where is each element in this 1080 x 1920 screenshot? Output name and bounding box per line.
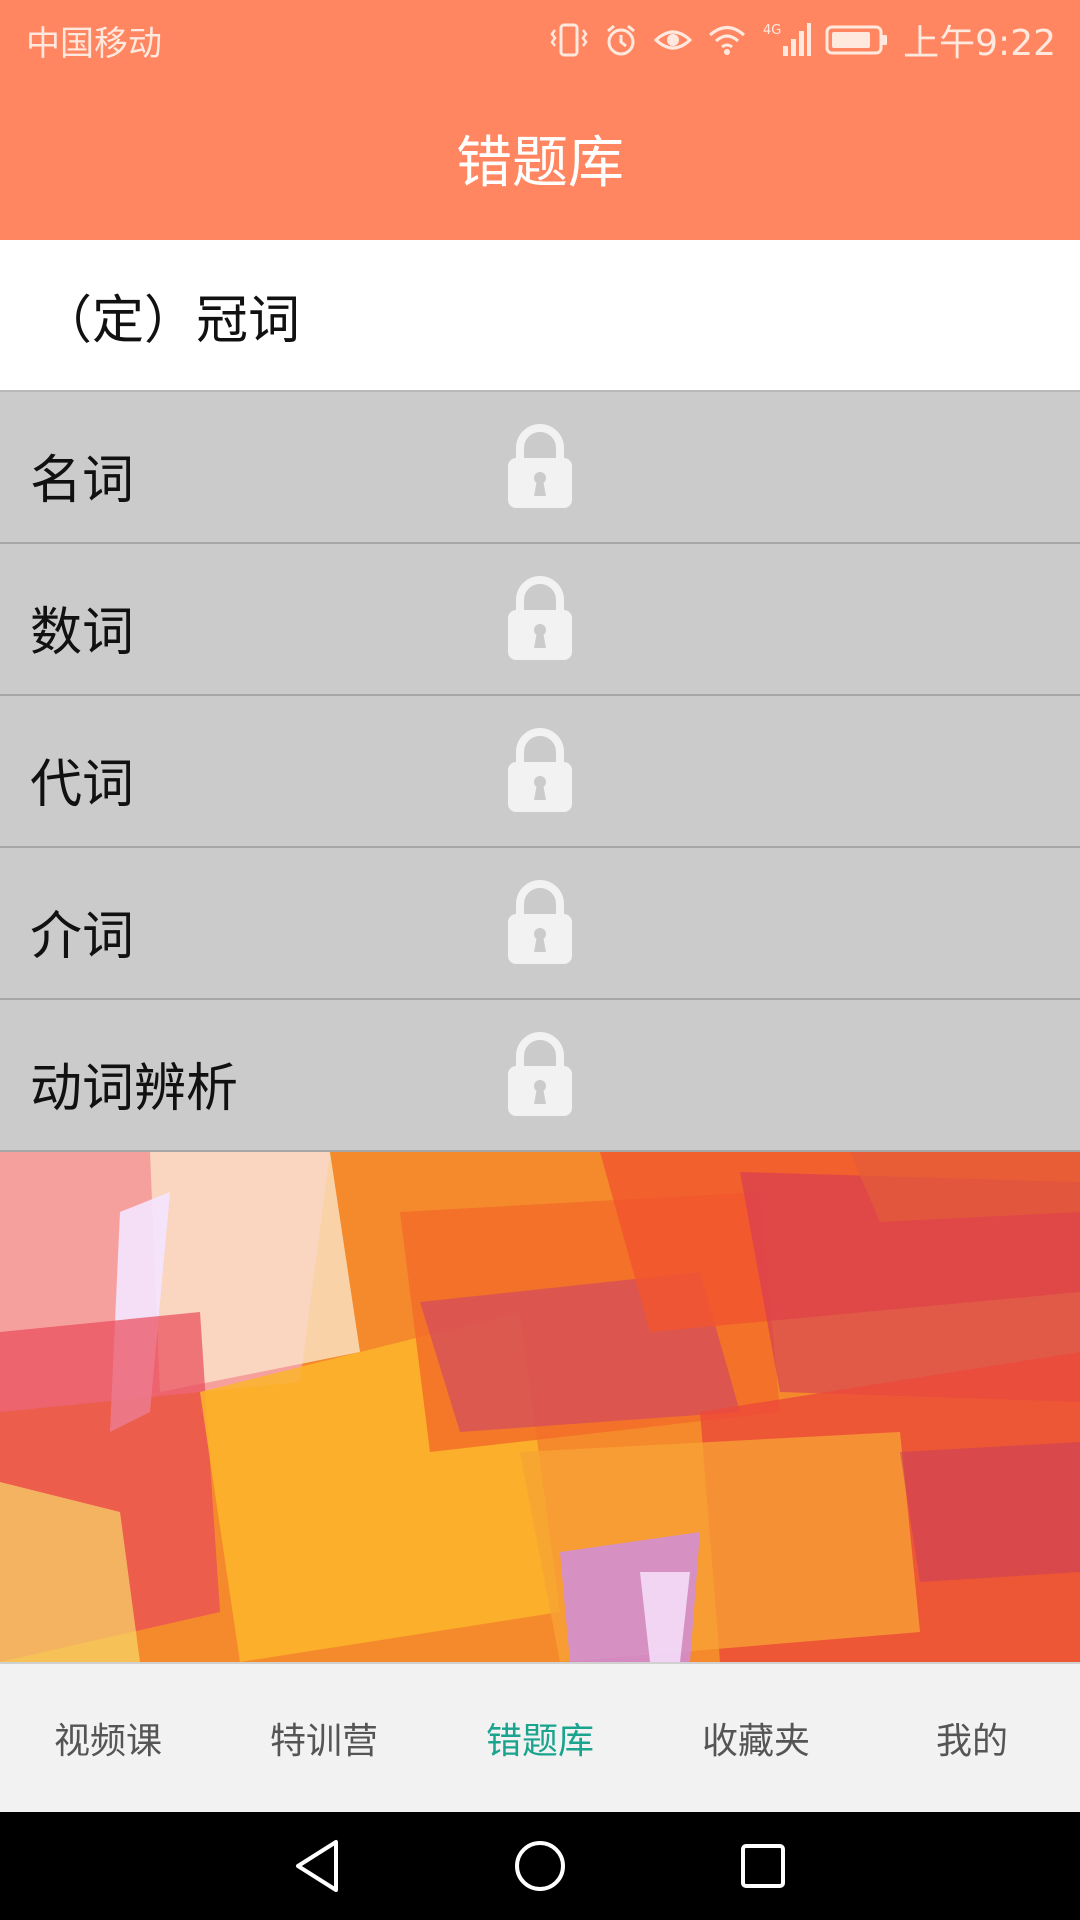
signal-icon: 4G (761, 20, 812, 60)
network-type-label: 4G (763, 23, 781, 38)
list-item[interactable]: 代词 (0, 696, 1080, 848)
bottom-tab-bar: 视频课 特训营 错题库 收藏夹 我的 (0, 1664, 1080, 1812)
tab-video-course[interactable]: 视频课 (0, 1664, 216, 1812)
tab-training-camp[interactable]: 特训营 (216, 1664, 432, 1812)
eye-icon (653, 22, 693, 58)
alarm-icon (603, 22, 639, 58)
tab-mistake-bank[interactable]: 错题库 (432, 1664, 648, 1812)
list-item[interactable]: 名词 (0, 392, 1080, 544)
wifi-icon (707, 22, 747, 58)
status-icons: 4G 上午9:22 (549, 14, 1056, 66)
lock-icon (506, 880, 574, 970)
status-bar: 中国移动 4G 上午9:22 (0, 0, 1080, 76)
carrier-label: 中国移动 (26, 24, 162, 64)
list-item-label: 数词 (30, 603, 135, 663)
category-label: （定）冠词 (40, 290, 301, 351)
tab-favorites[interactable]: 收藏夹 (648, 1664, 864, 1812)
tab-label: 特训营 (269, 1721, 378, 1762)
back-icon[interactable] (292, 1838, 342, 1894)
home-icon[interactable] (512, 1838, 568, 1894)
vibrate-icon (549, 22, 589, 58)
lock-icon (506, 424, 574, 514)
list-item[interactable]: 介词 (0, 848, 1080, 1000)
lock-icon (506, 576, 574, 666)
tab-label: 我的 (935, 1721, 1008, 1762)
system-nav-bar (0, 1812, 1080, 1920)
list-item-label: 名词 (30, 451, 135, 511)
lock-icon (506, 728, 574, 818)
tab-me[interactable]: 我的 (864, 1664, 1080, 1812)
category-list: 名词 数词 代词 介词 动词辨析 (0, 392, 1080, 1152)
tab-label: 错题库 (485, 1721, 594, 1762)
list-item-label: 介词 (30, 907, 135, 967)
list-item-label: 代词 (30, 755, 135, 815)
clock-label: 上午9:22 (903, 23, 1056, 64)
recents-icon[interactable] (738, 1841, 788, 1891)
battery-icon (825, 23, 889, 57)
decorative-banner-image (0, 1152, 1080, 1664)
list-item[interactable]: 数词 (0, 544, 1080, 696)
list-item-label: 动词辨析 (30, 1059, 239, 1119)
list-item[interactable]: 动词辨析 (0, 1000, 1080, 1152)
tab-label: 收藏夹 (701, 1721, 810, 1762)
lock-icon (506, 1032, 574, 1122)
category-item-articles[interactable]: （定）冠词 (0, 240, 1080, 392)
title-bar: 错题库 (0, 76, 1080, 240)
tab-label: 视频课 (53, 1721, 162, 1762)
page-title: 错题库 (456, 130, 624, 196)
